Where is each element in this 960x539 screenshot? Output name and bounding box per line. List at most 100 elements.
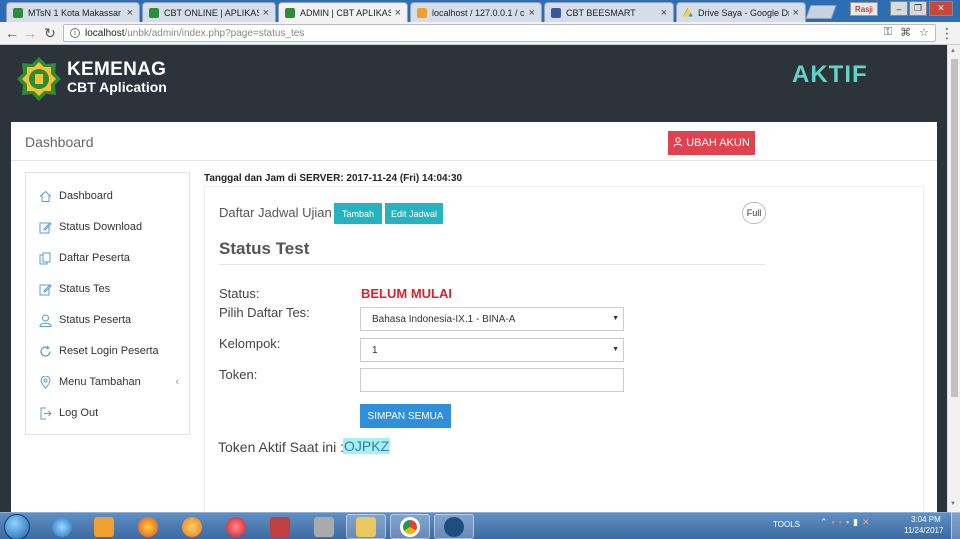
close-tab-icon[interactable]: × [127,7,133,19]
close-tab-icon[interactable]: × [661,7,667,19]
vertical-scrollbar[interactable]: ▲ ▼ [947,45,960,512]
sidebar: Dashboard Status Download Daftar Peserta… [25,172,190,435]
drive-app-icon[interactable] [304,514,344,539]
kemenag-favicon-icon [149,7,159,18]
map-pin-icon [38,375,52,389]
network-icon[interactable]: ▮ [853,517,858,528]
status-value: BELUM MULAI [361,286,452,301]
token-input[interactable] [360,368,624,392]
tray-app-icon[interactable]: ▪ [839,517,842,528]
edit-icon [38,220,52,234]
browser-tab-active[interactable]: ADMIN | CBT APLIKASI × [278,2,408,22]
facebook-favicon-icon [551,7,561,18]
sidebar-item-reset-login-peserta[interactable]: Reset Login Peserta [38,341,183,361]
caret-down-icon: ▼ [612,346,619,353]
sidebar-item-status-tes[interactable]: Status Tes [38,279,183,299]
sidebar-item-status-download[interactable]: Status Download [38,217,183,237]
chevron-left-icon[interactable]: ‹ [175,376,179,388]
daftar-tes-label: Pilih Daftar Tes: [219,305,310,320]
tambah-button[interactable]: Tambah [334,203,382,224]
tray-expand-icon[interactable]: ⌃ [820,517,828,528]
bookmark-star-icon[interactable]: ☆ [919,26,929,39]
chrome-taskbar-icon[interactable] [390,514,430,539]
volume-icon[interactable]: ✕ [862,517,870,528]
internet-explorer-icon[interactable] [42,514,82,539]
simpan-semua-button[interactable]: SIMPAN SEMUA [360,404,451,428]
browser-menu-icon[interactable]: ⋮ [940,25,954,41]
status-banner: AKTIF [792,61,868,88]
header-divider [11,160,937,161]
browser-tab[interactable]: Drive Saya - Google Dri × [676,2,806,22]
close-window-button[interactable]: ✕ [929,1,953,16]
sidebar-item-daftar-peserta[interactable]: Daftar Peserta [38,248,183,268]
token-aktif-label: Token Aktif Saat ini : [218,439,345,455]
app-orange-icon[interactable] [172,514,212,539]
browser-tab[interactable]: localhost / 127.0.0.1 / cb × [410,2,542,22]
full-button[interactable]: Full [742,202,766,224]
windows-taskbar [0,512,960,539]
media-player-icon[interactable] [84,514,124,539]
copy-icon [38,251,52,265]
restore-window-button[interactable]: ❐ [909,1,927,16]
file-explorer-icon[interactable] [346,514,386,539]
start-button-icon[interactable] [4,514,30,539]
page-info-icon[interactable]: i [70,28,80,38]
back-icon[interactable]: ← [4,25,20,41]
google-drive-favicon-icon [683,7,693,17]
browser-tab-strip: MTsN 1 Kota Makassar ( × CBT ONLINE | AP… [0,0,960,22]
phpmyadmin-favicon-icon [417,7,427,18]
browser-tab[interactable]: MTsN 1 Kota Makassar ( × [6,2,140,22]
scrollbar-thumb[interactable] [951,59,958,397]
logout-icon [38,406,52,420]
profile-button[interactable]: Rasji [850,2,878,16]
scroll-up-icon[interactable]: ▲ [950,48,956,54]
refresh-icon [38,344,52,358]
scroll-down-icon[interactable]: ▼ [950,501,956,507]
address-bar[interactable]: i localhost/unbk/admin/index.php?page=st… [63,24,936,42]
clock-time[interactable]: 3:04 PM [911,515,941,524]
reload-icon[interactable]: ↻ [42,25,58,41]
translate-icon[interactable]: ⌘ [900,26,911,39]
new-tab-button[interactable] [805,5,837,19]
close-tab-icon[interactable]: × [395,7,401,19]
status-label: Status: [219,286,260,301]
tray-app-icon[interactable]: ▪ [846,517,849,528]
tools-app-icon[interactable] [260,514,300,539]
kemenag-favicon-icon [13,7,23,18]
show-desktop-button[interactable] [951,512,960,539]
sidebar-item-dashboard[interactable]: Dashboard [38,186,183,206]
minimize-window-button[interactable]: – [890,1,908,16]
token-label: Token: [219,367,258,382]
section-divider [219,264,766,265]
clock-date[interactable]: 11/24/2017 [904,526,943,535]
kemenag-favicon-icon [285,7,295,18]
close-tab-icon[interactable]: × [263,7,269,19]
brand-subtitle: CBT Aplication [67,79,167,95]
browser-toolbar: ← → ↻ i localhost/unbk/admin/index.php?p… [0,22,960,45]
key-icon[interactable]: ⚿ [884,26,892,39]
server-time: Tanggal dan Jam di SERVER: 2017-11-24 (F… [204,173,463,184]
app-p-icon[interactable] [434,514,474,539]
sidebar-item-log-out[interactable]: Log Out [38,403,183,423]
firefox-icon[interactable] [128,514,168,539]
edit-jadwal-button[interactable]: Edit Jadwal [385,203,443,224]
browser-tab[interactable]: CBT BEESMART × [544,2,674,22]
ubah-akun-button[interactable]: UBAH AKUN [668,131,755,155]
browser-tab[interactable]: CBT ONLINE | APLIKASI × [142,2,276,22]
tray-app-icon[interactable]: ▪ [832,517,835,528]
user-icon [673,136,683,150]
itunes-icon[interactable] [216,514,256,539]
tools-toolbar-label[interactable]: TOOLS [773,520,800,529]
kelompok-select[interactable]: 1 ▼ [360,338,624,362]
section-title: Status Test [219,239,310,258]
home-icon [38,189,52,203]
daftar-tes-select[interactable]: Bahasa Indonesia-IX.1 - BINA-A ▼ [360,307,624,331]
caret-down-icon: ▼ [612,315,619,322]
sidebar-item-status-peserta[interactable]: Status Peserta [38,310,183,330]
close-tab-icon[interactable]: × [529,7,535,19]
forward-icon[interactable]: → [22,25,38,41]
sidebar-item-menu-tambahan[interactable]: Menu Tambahan ‹ [38,372,183,392]
system-tray: ⌃ ▪ ▪ ▪ ▮ ✕ [820,517,870,528]
token-aktif-value: OJPKZ [343,438,391,454]
close-tab-icon[interactable]: × [793,7,799,19]
